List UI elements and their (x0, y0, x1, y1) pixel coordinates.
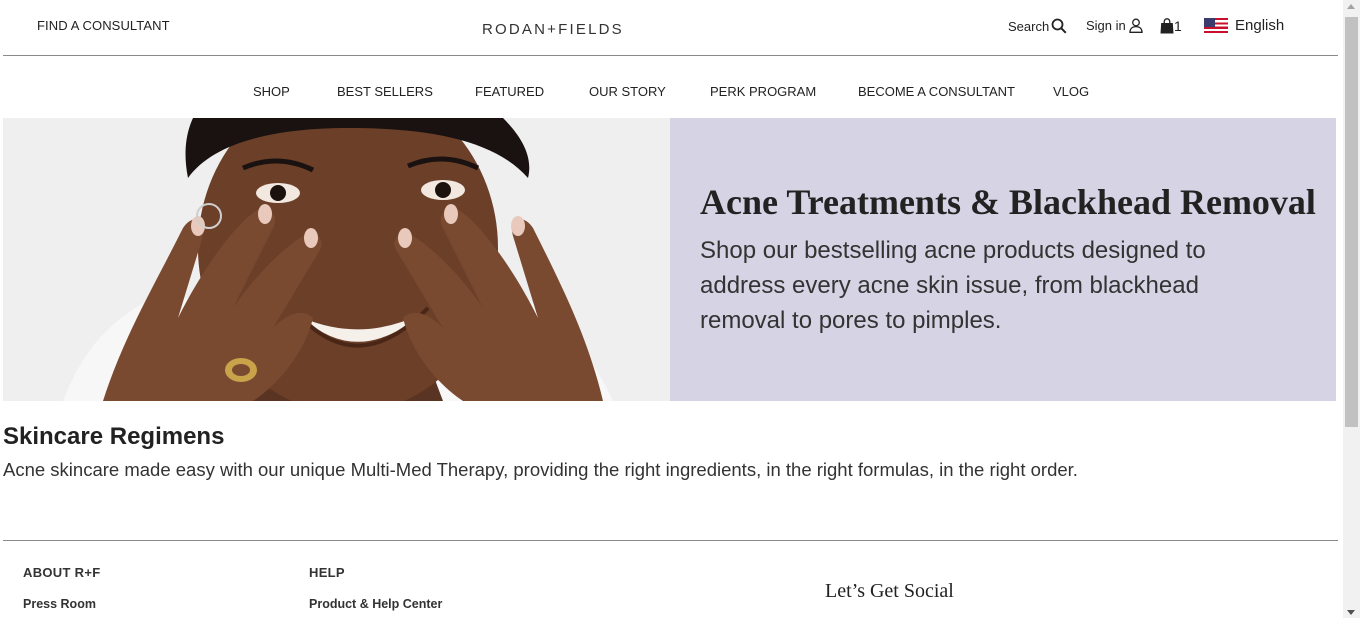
footer-help-center-link[interactable]: Product & Help Center (309, 597, 442, 611)
sign-in-label: Sign in (1086, 18, 1126, 33)
find-consultant-link[interactable]: FIND A CONSULTANT (37, 18, 170, 33)
page: FIND A CONSULTANT RODAN+FIELDS Search Si… (3, 0, 1338, 618)
nav-item-featured[interactable]: FEATURED (475, 84, 544, 99)
main-nav: SHOP BEST SELLERS FEATURED OUR STORY PER… (3, 80, 1338, 102)
scroll-up-arrow-icon[interactable] (1347, 4, 1355, 9)
hero-banner: Acne Treatments & Blackhead Removal Shop… (3, 118, 1336, 401)
nav-item-perk-program[interactable]: PERK PROGRAM (710, 84, 816, 99)
search-label: Search (1008, 18, 1050, 34)
nav-item-become-consultant[interactable]: BECOME A CONSULTANT (858, 84, 1015, 99)
nav-item-shop[interactable]: SHOP (253, 84, 290, 99)
top-header: FIND A CONSULTANT RODAN+FIELDS Search Si… (3, 0, 1338, 56)
nav-item-vlog[interactable]: VLOG (1053, 84, 1089, 99)
regimens-description: Acne skincare made easy with our unique … (3, 459, 1078, 480)
hero-text-panel: Acne Treatments & Blackhead Removal Shop… (670, 118, 1336, 401)
language-label: English (1235, 17, 1285, 34)
language-selector[interactable]: English (1204, 17, 1284, 34)
bag-count: 1 (1174, 18, 1182, 34)
shopping-bag-icon (1160, 18, 1174, 34)
nav-item-best-sellers[interactable]: BEST SELLERS (337, 84, 433, 99)
search-link[interactable]: Search (1008, 18, 1067, 34)
page-scrollbar[interactable] (1343, 0, 1360, 618)
footer-press-room-link[interactable]: Press Room (23, 597, 96, 611)
shopping-bag-link[interactable]: 1 (1160, 18, 1182, 34)
sign-in-link[interactable]: Sign in (1086, 18, 1143, 33)
footer-divider (3, 540, 1338, 541)
hero-title: Acne Treatments & Blackhead Removal (700, 182, 1316, 222)
search-icon (1051, 18, 1067, 34)
nav-item-our-story[interactable]: OUR STORY (589, 84, 666, 99)
footer-about-heading: ABOUT R+F (23, 565, 101, 580)
footer-social-title: Let’s Get Social (825, 580, 954, 602)
footer-help-heading: HELP (309, 565, 345, 580)
hero-description: Shop our bestselling acne products desig… (700, 237, 1206, 334)
regimens-title: Skincare Regimens (3, 423, 225, 450)
scrollbar-thumb[interactable] (1345, 17, 1358, 427)
user-icon (1129, 18, 1143, 33)
hero-image (3, 118, 670, 401)
scroll-down-arrow-icon[interactable] (1347, 610, 1355, 615)
brand-logo[interactable]: RODAN+FIELDS (482, 21, 624, 38)
us-flag-icon (1204, 18, 1228, 33)
